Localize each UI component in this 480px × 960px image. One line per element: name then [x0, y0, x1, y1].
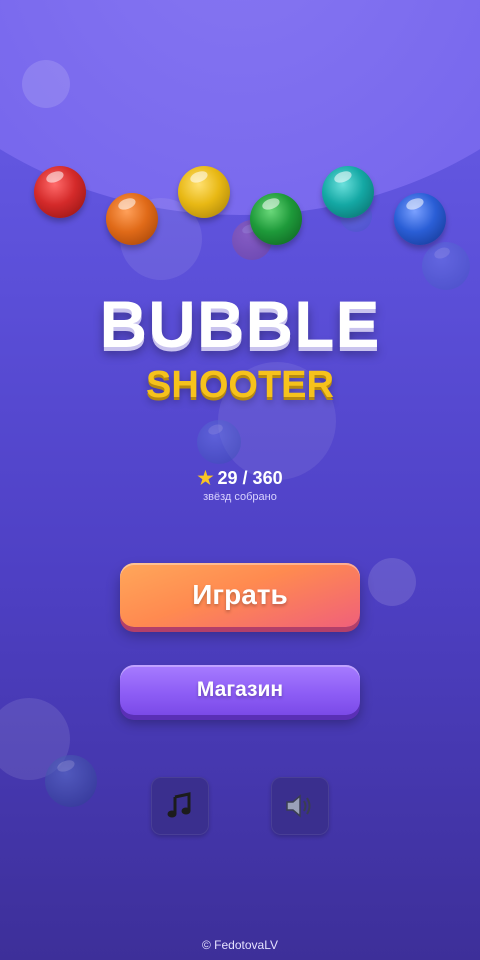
game-title: BUBBLE — [99, 287, 381, 361]
music-note-icon — [167, 792, 191, 818]
faded-bubble-blue — [422, 242, 470, 290]
decorative-bubble — [368, 558, 416, 606]
main-menu-screen: BUBBLE SHOOTER ★ 29 / 360 звёзд собрано И… — [0, 0, 480, 960]
game-subtitle: SHOOTER — [146, 364, 334, 406]
stars-caption: звёзд собрано — [203, 491, 277, 503]
stars-row: ★ 29 / 360 — [0, 468, 480, 489]
faded-bubble-blue — [45, 755, 97, 807]
star-icon: ★ — [197, 468, 214, 488]
copyright-text: © FedotovaLV — [202, 938, 278, 952]
sound-toggle-button[interactable] — [271, 777, 329, 835]
play-button[interactable]: Играть — [120, 563, 360, 627]
bubble-teal — [322, 166, 374, 218]
bubble-blue — [394, 193, 446, 245]
stars-collected: ★ 29 / 360 звёзд собрано — [0, 468, 480, 503]
decorative-bubble — [22, 60, 70, 108]
speaker-icon — [286, 794, 311, 818]
play-button-label: Играть — [192, 579, 288, 610]
faded-bubble-blue — [197, 420, 241, 464]
shop-button-label: Магазин — [196, 678, 284, 701]
bubble-green — [250, 193, 302, 245]
shop-button[interactable]: Магазин — [120, 665, 360, 715]
stars-count: 29 / 360 — [217, 468, 283, 488]
music-toggle-button[interactable] — [151, 777, 209, 835]
bubble-red — [34, 166, 86, 218]
bubble-yellow — [178, 166, 230, 218]
bubble-orange — [106, 193, 158, 245]
